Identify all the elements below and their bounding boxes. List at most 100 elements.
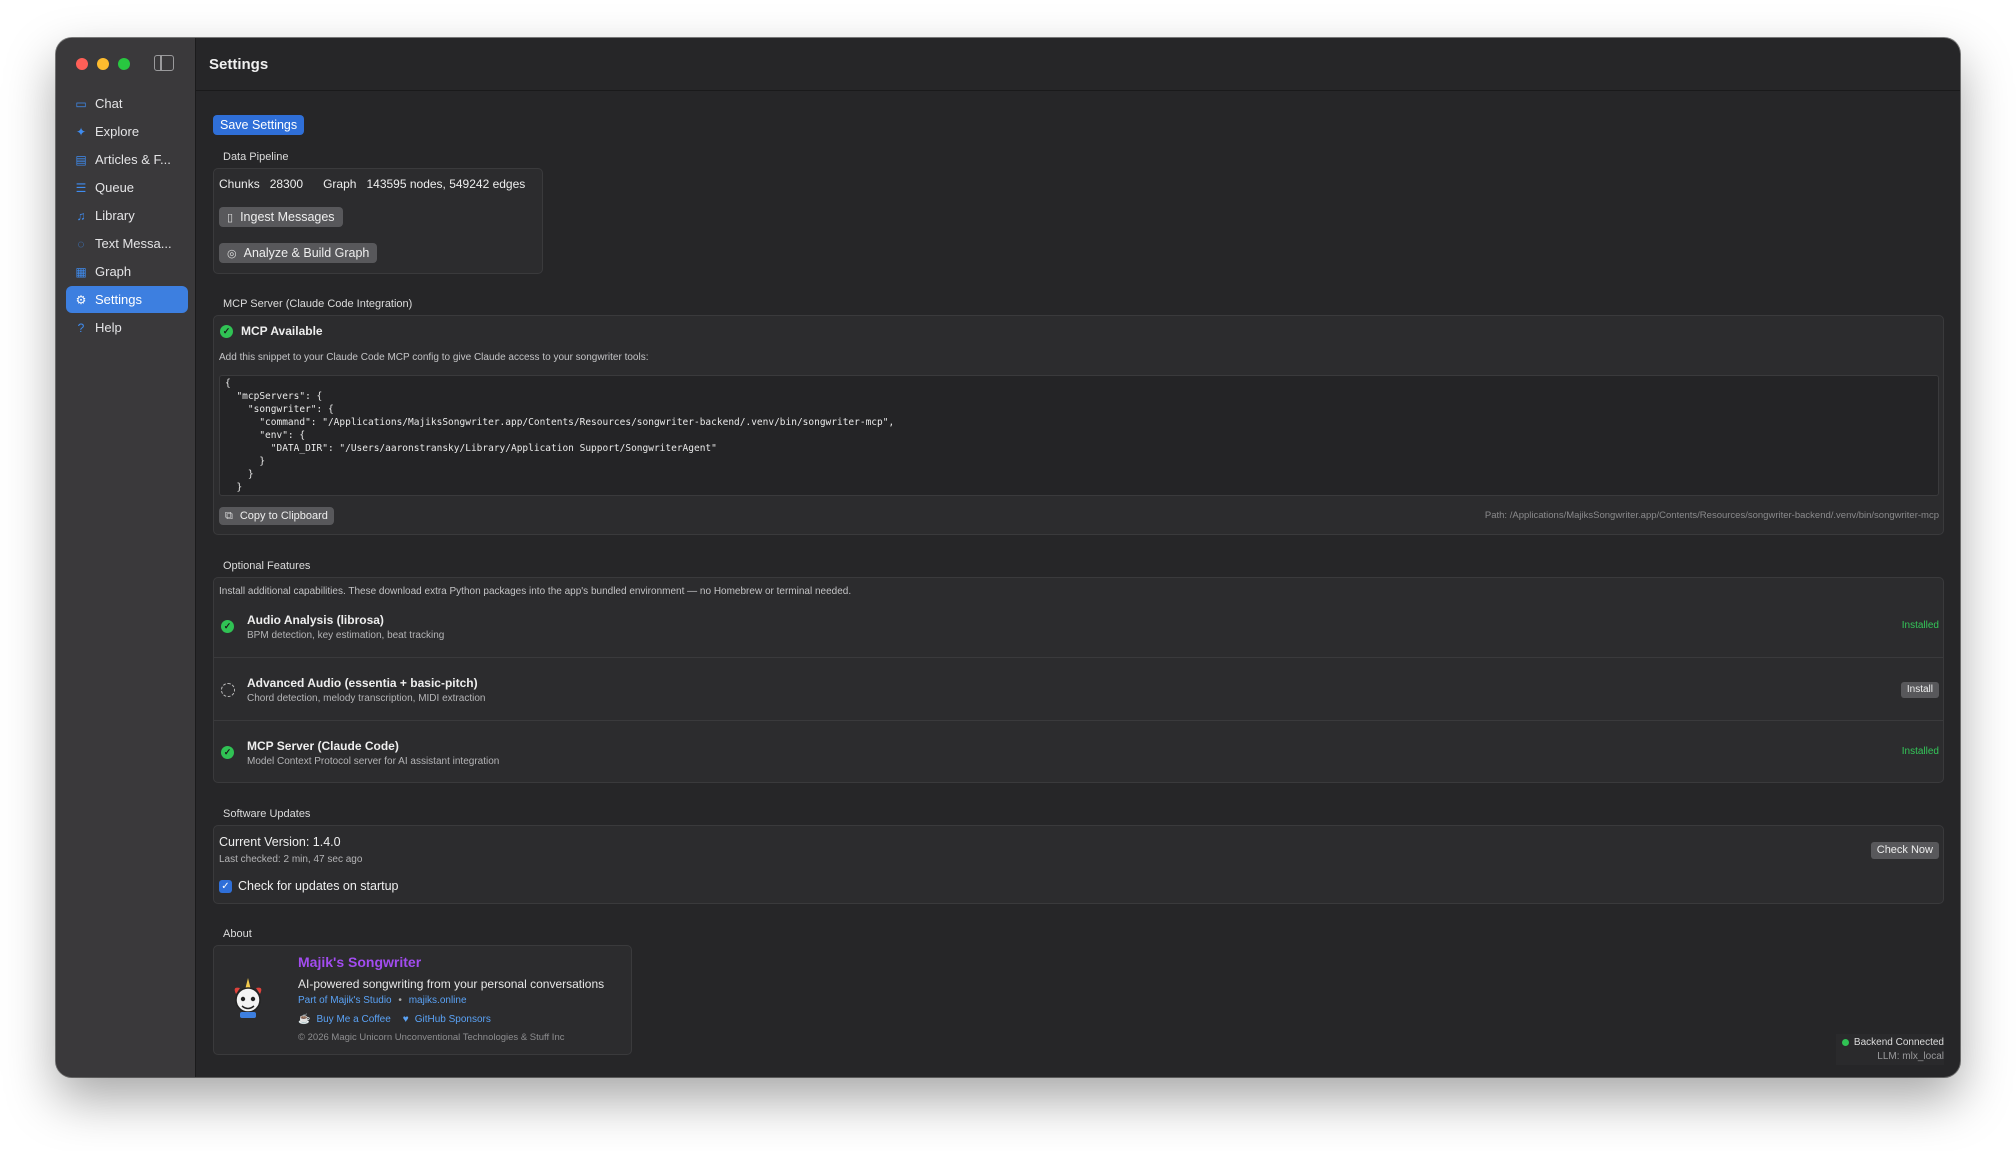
checkmark-icon: ✓	[220, 324, 233, 338]
brain-icon: ◎	[227, 247, 237, 260]
sparkles-icon: ✦	[75, 124, 87, 139]
close-window-button[interactable]	[76, 58, 88, 70]
mcp-hint: Add this snippet to your Claude Code MCP…	[219, 352, 649, 363]
page-title: Settings	[209, 55, 269, 73]
feature-status: Installed	[1901, 620, 1939, 631]
status-dot-icon	[1841, 1039, 1849, 1046]
copy-to-clipboard-button[interactable]: ⧉ Copy to Clipboard	[219, 507, 334, 525]
section-software-updates: Software Updates	[223, 808, 311, 820]
studio-link[interactable]: Part of Majik's Studio	[298, 995, 392, 1006]
sidebar-item-articles-f[interactable]: ▤ Articles & F...	[66, 146, 188, 173]
updates-box: Current Version: 1.4.0 Last checked: 2 m…	[213, 825, 1944, 904]
ingest-messages-button[interactable]: ▯ Ingest Messages	[219, 207, 343, 227]
sidebar-item-graph[interactable]: ▦ Graph	[66, 258, 188, 285]
startup-checkbox[interactable]: ✓	[219, 879, 232, 893]
github-sponsors-link[interactable]: GitHub Sponsors	[415, 1014, 491, 1025]
mcp-box: ✓ MCP Available Add this snippet to your…	[213, 315, 1944, 535]
sidebar-item-text-messa[interactable]: ◌ Text Messa...	[66, 230, 188, 257]
features-box: Install additional capabilities. These d…	[213, 577, 1944, 783]
list-icon: ☰	[75, 180, 87, 195]
feature-title: Advanced Audio (essentia + basic-pitch)	[247, 676, 478, 690]
chunks-label: Chunks	[219, 177, 260, 191]
copy-label: Copy to Clipboard	[239, 510, 328, 522]
heart-icon: ♥	[402, 1014, 409, 1025]
feature-row: ✓ Audio Analysis (librosa) BPM detection…	[214, 595, 1943, 658]
sidebar-item-label: Graph	[95, 264, 132, 279]
main-panel: Settings Save Settings Data Pipeline Chu…	[196, 38, 1960, 1077]
app-window: ▭ Chat ✦ Explore ▤ Articles & F... ☰ Queue ♫ Libr…	[56, 38, 1960, 1077]
sidebar-item-library[interactable]: ♫ Library	[66, 202, 188, 229]
sidebar-item-label: Articles & F...	[95, 152, 171, 167]
llm-status-label: LLM: mlx_local	[1877, 1051, 1944, 1062]
sidebar-item-label: Settings	[95, 292, 142, 307]
backend-status: Backend Connected LLM: mlx_local	[1835, 1034, 1944, 1065]
pipeline-stats: Chunks 28300 Graph 143595 nodes, 549242 …	[219, 177, 525, 191]
feature-row: ✓ MCP Server (Claude Code) Model Context…	[214, 721, 1943, 784]
about-box: Majik's Songwriter AI-powered songwritin…	[213, 945, 632, 1055]
section-mcp: MCP Server (Claude Code Integration)	[223, 298, 413, 310]
gear-icon: ⚙	[75, 292, 87, 307]
sidebar-item-label: Queue	[95, 180, 135, 195]
settings-content: Save Settings Data Pipeline Chunks 28300…	[213, 115, 1944, 1055]
sidebar-item-queue[interactable]: ☰ Queue	[66, 174, 188, 201]
startup-label: Check for updates on startup	[238, 879, 399, 893]
sidebar-item-explore[interactable]: ✦ Explore	[66, 118, 188, 145]
last-checked: Last checked: 2 min, 47 sec ago	[219, 854, 363, 865]
data-pipeline-box: Chunks 28300 Graph 143595 nodes, 549242 …	[213, 168, 543, 274]
newspaper-icon: ▤	[75, 152, 87, 167]
about-links-row: Part of Majik's Studio • majiks.online	[298, 995, 467, 1006]
coffee-cup-icon: ☕	[298, 1014, 311, 1025]
unicorn-logo-icon	[234, 978, 262, 1018]
support-links-row: ☕ Buy Me a Coffee ♥ GitHub Sponsors	[298, 1014, 491, 1025]
sidebar-item-label: Explore	[95, 124, 140, 139]
mcp-path: Path: /Applications/MajiksSongwriter.app…	[1484, 510, 1939, 521]
chunks-value: 28300	[269, 177, 304, 191]
message-bubble-icon: ◌	[77, 236, 85, 251]
sidebar-item-settings[interactable]: ⚙ Settings	[66, 286, 188, 313]
sidebar-item-label: Chat	[95, 96, 123, 111]
minimize-window-button[interactable]	[97, 58, 109, 70]
app-name: Majik's Songwriter	[298, 954, 422, 970]
graph-label: Graph	[323, 177, 357, 191]
mcp-status: MCP Available	[241, 324, 323, 338]
sidebar-item-help[interactable]: ? Help	[66, 314, 188, 341]
analyze-build-graph-button[interactable]: ◎ Analyze & Build Graph	[219, 243, 378, 263]
sidebar-item-chat[interactable]: ▭ Chat	[66, 90, 188, 117]
clipboard-icon: ⧉	[225, 509, 233, 522]
startup-check-row: ✓ Check for updates on startup	[219, 879, 399, 893]
check-now-button[interactable]: Check Now	[1870, 842, 1939, 859]
feature-description: Chord detection, melody transcription, M…	[247, 693, 486, 704]
sidebar-item-label: Library	[95, 208, 135, 223]
feature-status: Installed	[1901, 746, 1939, 757]
section-about: About	[223, 928, 252, 940]
backend-status-label: Backend Connected	[1853, 1037, 1944, 1048]
feature-title: Audio Analysis (librosa)	[247, 613, 384, 627]
feature-row: Advanced Audio (essentia + basic-pitch) …	[214, 658, 1943, 721]
sidebar-toggle-icon[interactable]	[154, 55, 174, 71]
empty-circle-icon	[221, 683, 235, 697]
ingest-label: Ingest Messages	[240, 210, 335, 224]
grid-icon: ▦	[75, 264, 87, 279]
buy-me-a-coffee-link[interactable]: Buy Me a Coffee	[316, 1014, 390, 1025]
traffic-lights	[76, 58, 130, 70]
checkmark-icon: ✓	[221, 746, 234, 759]
document-icon: ▯	[227, 211, 234, 224]
graph-value: 143595 nodes, 549242 edges	[366, 177, 526, 191]
title-bar: Settings	[196, 38, 1960, 91]
music-note-icon: ♫	[76, 208, 86, 223]
section-data-pipeline: Data Pipeline	[223, 151, 289, 163]
feature-description: Model Context Protocol server for AI ass…	[247, 756, 500, 767]
copyright: © 2026 Magic Unicorn Unconventional Tech…	[298, 1032, 565, 1043]
zoom-window-button[interactable]	[118, 58, 130, 70]
sidebar: ▭ Chat ✦ Explore ▤ Articles & F... ☰ Queue ♫ Libr…	[56, 38, 196, 1077]
mcp-status-row: ✓ MCP Available	[220, 324, 323, 338]
feature-title: MCP Server (Claude Code)	[247, 739, 399, 753]
checkmark-icon: ✓	[221, 620, 234, 633]
site-link[interactable]: majiks.online	[409, 995, 467, 1006]
app-tagline: AI-powered songwriting from your persona…	[298, 977, 605, 991]
install-button[interactable]: Install	[1900, 682, 1939, 698]
mcp-snippet-box[interactable]: { "mcpServers": { "songwriter": { "comma…	[219, 375, 1939, 496]
section-optional-features: Optional Features	[223, 560, 311, 572]
save-settings-button[interactable]: Save Settings	[213, 115, 305, 135]
mcp-snippet: { "mcpServers": { "songwriter": { "comma…	[225, 378, 895, 493]
